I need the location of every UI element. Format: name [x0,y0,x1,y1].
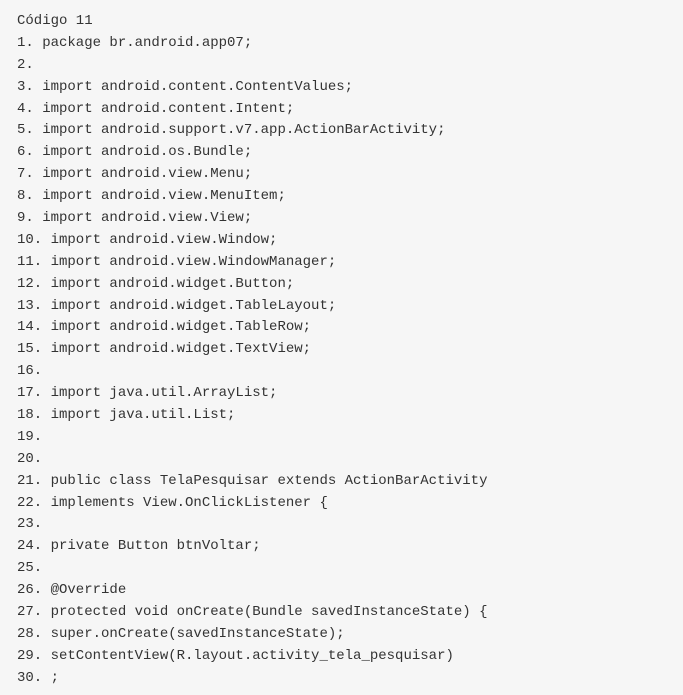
code-line-15: 15. import android.widget.TextView; [17,341,312,358]
code-line-8: 8. import android.view.MenuItem; [17,188,286,205]
code-line-11: 11. import android.view.WindowManager; [17,253,337,270]
code-line-29: 29. setContentView(R.layout.activity_tel… [17,647,454,664]
code-line-19: 19. [17,428,43,445]
code-line-6: 6. import android.os.Bundle; [17,144,253,161]
code-block: Código 11 1. package br.android.app07; 2… [0,0,683,695]
code-line-1: 1. package br.android.app07; [17,34,253,51]
code-line-17: 17. import java.util.ArrayList; [17,385,278,402]
code-title: Código 11 [17,13,93,29]
code-line-9: 9. import android.view.View; [17,210,253,227]
code-line-21: 21. public class TelaPesquisar extends A… [17,472,488,489]
code-line-2: 2. [17,56,34,73]
code-line-18: 18. import java.util.List; [17,407,236,424]
code-line-7: 7. import android.view.Menu; [17,166,253,183]
code-line-4: 4. import android.content.Intent; [17,100,295,117]
code-line-10: 10. import android.view.Window; [17,231,278,248]
code-line-26: 26. @Override [17,582,127,599]
code-line-23: 23. [17,516,43,533]
code-line-24: 24. private Button btnVoltar; [17,538,261,555]
code-line-5: 5. import android.support.v7.app.ActionB… [17,122,446,139]
code-line-30: 30. ; [17,669,60,686]
code-lines: 1. package br.android.app07; 2. 3. impor… [17,33,683,690]
code-line-25: 25. [17,560,43,577]
code-line-20: 20. [17,450,43,467]
code-line-16: 16. [17,363,43,380]
code-line-12: 12. import android.widget.Button; [17,275,295,292]
code-line-27: 27. protected void onCreate(Bundle saved… [17,604,488,621]
code-line-3: 3. import android.content.ContentValues; [17,78,354,95]
code-line-13: 13. import android.widget.TableLayout; [17,297,337,314]
code-line-28: 28. super.onCreate(savedInstanceState); [17,625,345,642]
code-line-14: 14. import android.widget.TableRow; [17,319,312,336]
code-line-22: 22. implements View.OnClickListener { [17,494,328,511]
